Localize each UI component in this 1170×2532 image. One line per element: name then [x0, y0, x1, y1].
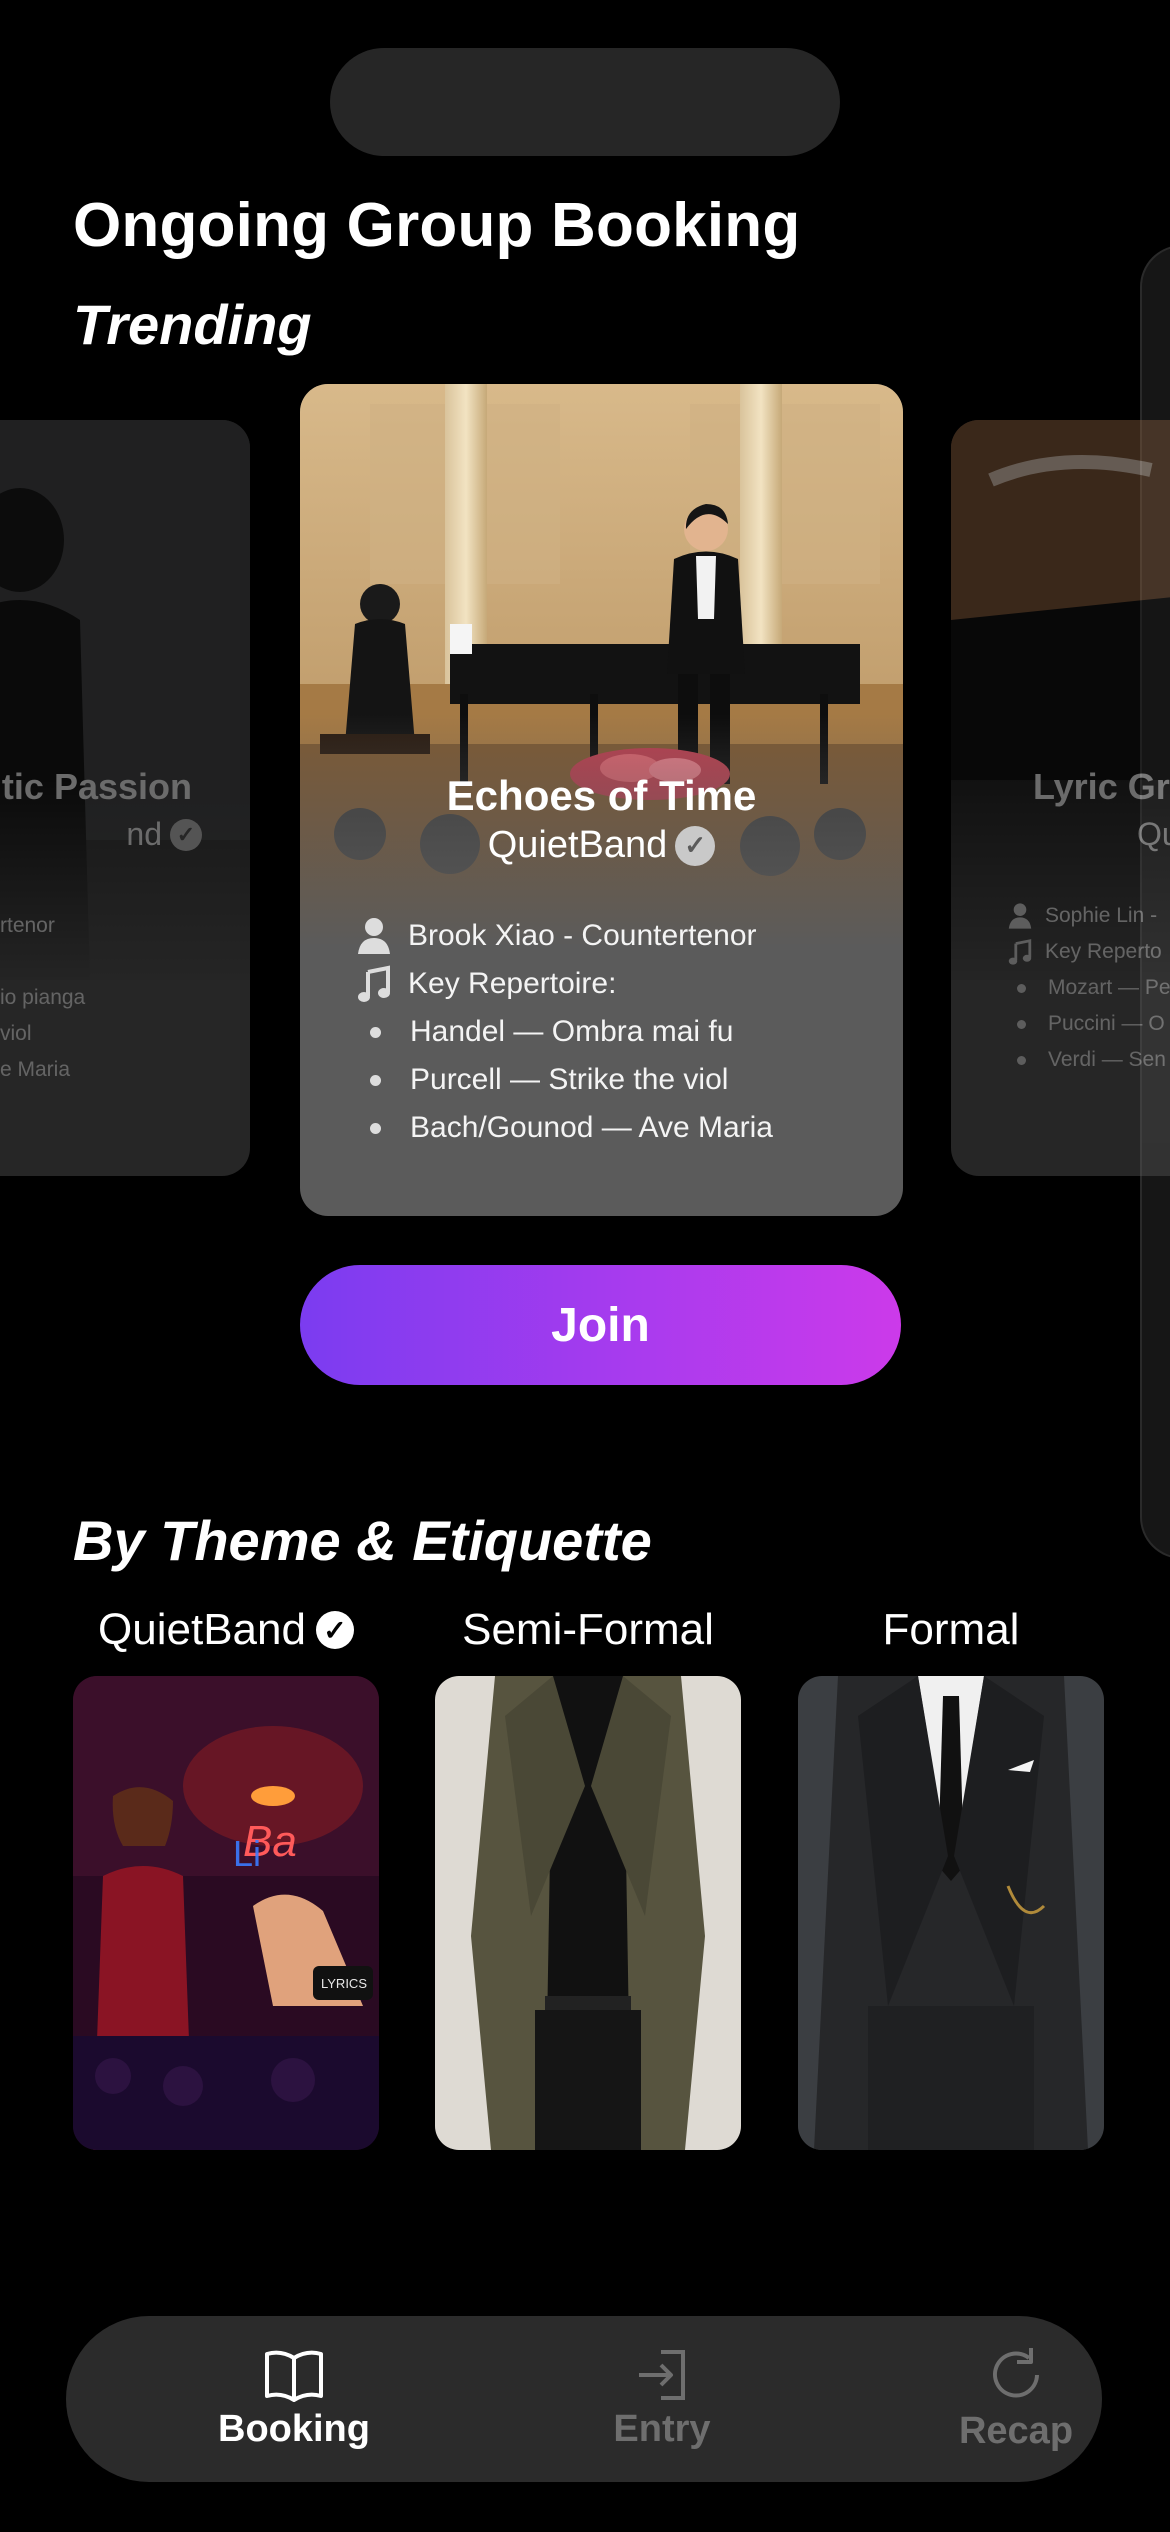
- music-note-icon: [358, 965, 390, 1002]
- repertoire-item: Bach/Gounod — Ave Maria: [410, 1111, 773, 1144]
- theme-heading: By Theme & Etiquette: [73, 1509, 652, 1572]
- book-icon: [265, 2350, 323, 2402]
- detail-line: rtenor: [0, 914, 55, 937]
- suit-photo: [798, 1676, 1104, 2150]
- repertoire-item: Purcell — Strike the viol: [410, 1063, 729, 1096]
- bullet-icon: [1017, 983, 1026, 993]
- theme-card-formal[interactable]: [798, 1676, 1104, 2150]
- theme-label-semi-formal: Semi-Formal: [435, 1605, 741, 1655]
- verified-badge-icon: ✓: [170, 818, 202, 851]
- trending-heading: Trending: [73, 293, 312, 356]
- detail-line: io pianga: [0, 986, 86, 1009]
- verified-badge-icon: ✓: [675, 825, 716, 866]
- person-icon: [1008, 903, 1032, 929]
- theme-label-text: Formal: [882, 1605, 1020, 1654]
- wristband-text: LYRICS: [321, 1976, 367, 1991]
- bullet-icon: [370, 1026, 381, 1038]
- card-band-label: Qu: [1137, 816, 1170, 852]
- repertoire-item: Mozart — Pe: [1048, 976, 1170, 999]
- repertoire-label: Key Reperto: [1045, 940, 1162, 963]
- bottom-tab-bar: Booking Entry Recap: [66, 2316, 1102, 2482]
- card-band: Qu: [1137, 816, 1170, 853]
- join-button[interactable]: Join: [300, 1265, 901, 1385]
- card-title: ntic Passion: [0, 766, 192, 807]
- tab-booking[interactable]: Booking: [164, 2316, 424, 2482]
- repertoire-item: Puccini — O: [1048, 1012, 1165, 1035]
- card-details: rtenor io pianga viol e Maria: [0, 908, 85, 1088]
- detail-line: e Maria: [0, 1058, 71, 1081]
- card-title: Lyric Gra: [1033, 766, 1170, 807]
- bullet-icon: [1017, 1055, 1026, 1065]
- detail-line: viol: [0, 1022, 32, 1045]
- tab-label: Entry: [613, 2407, 711, 2450]
- dynamic-island: [330, 48, 840, 156]
- trending-card-left[interactable]: ntic Passion nd ✓ rtenor io pianga viol …: [0, 420, 250, 1176]
- blazer-photo: [435, 1676, 741, 2150]
- trending-card-right[interactable]: Lyric Gra Qu Sophie Lin - Key Reperto Mo…: [951, 420, 1170, 1176]
- theme-card-quietband[interactable]: Ba Li LYRICS: [73, 1676, 379, 2150]
- theme-label-quietband: QuietBand ✓: [73, 1605, 379, 1655]
- theme-label-text: QuietBand: [98, 1605, 306, 1654]
- tab-recap[interactable]: Recap: [886, 2316, 1146, 2482]
- trending-card-center[interactable]: Echoes of Time QuietBand ✓ Brook Xiao - …: [300, 384, 903, 1216]
- repertoire-label: Key Repertoire:: [408, 967, 617, 1000]
- bullet-icon: [370, 1074, 381, 1086]
- refresh-icon: [993, 2347, 1039, 2397]
- card-details: Brook Xiao - Countertenor Key Repertoire…: [356, 912, 773, 1152]
- card-band-label: QuietBand: [487, 824, 668, 866]
- tab-entry[interactable]: Entry: [532, 2316, 792, 2482]
- repertoire-item: Verdi — Sen: [1048, 1048, 1166, 1071]
- theme-label-text: Semi-Formal: [462, 1605, 714, 1654]
- card-band-label: nd: [126, 816, 162, 852]
- verified-badge-icon: ✓: [315, 1611, 354, 1649]
- card-details: Sophie Lin - Key Reperto Mozart — Pe Puc…: [1007, 898, 1170, 1078]
- person-icon: [358, 918, 390, 954]
- enter-icon: [639, 2349, 685, 2400]
- music-note-icon: [1008, 939, 1032, 965]
- theme-label-formal: Formal: [798, 1605, 1104, 1655]
- card-band: nd ✓: [126, 816, 202, 853]
- svg-text:Li: Li: [233, 1833, 261, 1874]
- performer-text: Brook Xiao - Countertenor: [408, 919, 757, 952]
- bullet-icon: [370, 1122, 381, 1134]
- theme-card-semi-formal[interactable]: [435, 1676, 741, 2150]
- tab-label: Booking: [218, 2407, 370, 2450]
- card-title: Echoes of Time: [446, 772, 757, 819]
- performer-text: Sophie Lin -: [1045, 904, 1158, 927]
- page-title: Ongoing Group Booking: [73, 191, 801, 260]
- repertoire-item: Handel — Ombra mai fu: [410, 1015, 734, 1048]
- tab-label: Recap: [958, 2409, 1074, 2452]
- card-band: QuietBand ✓: [300, 824, 903, 867]
- concert-photo: Ba Li LYRICS: [73, 1676, 379, 2150]
- bullet-icon: [1017, 1019, 1026, 1029]
